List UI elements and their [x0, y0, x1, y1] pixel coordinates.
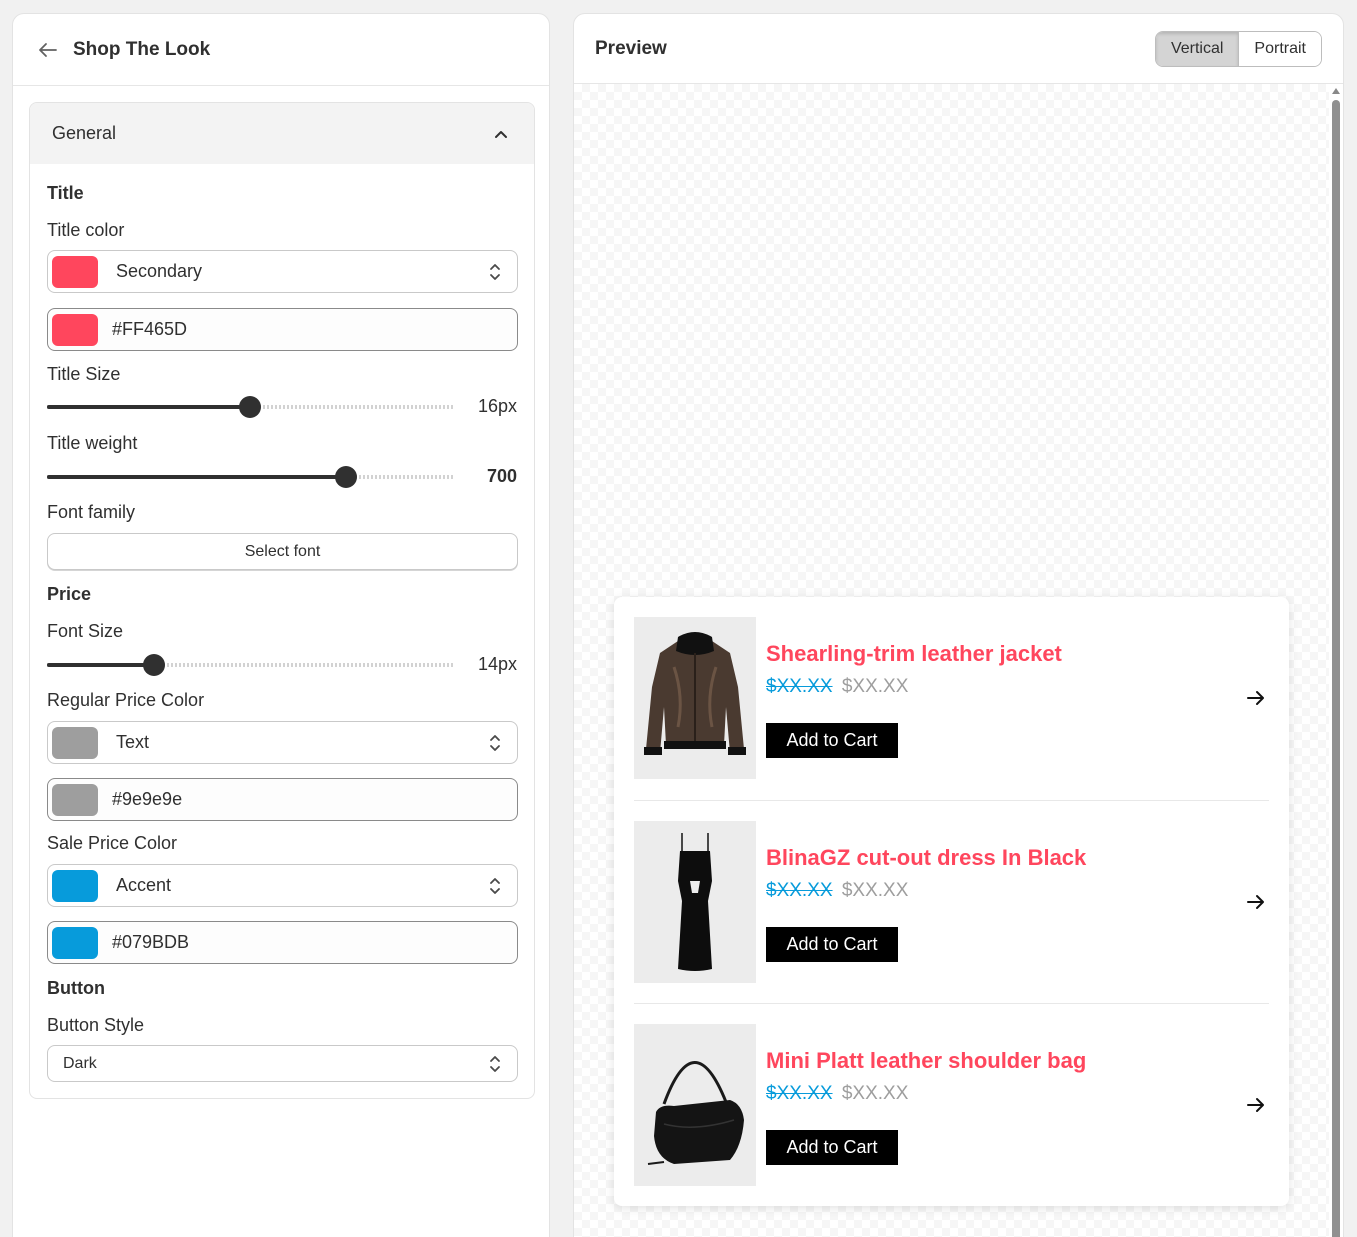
general-accordion: General Title Title color Secondary Titl…	[29, 102, 535, 1099]
preview-panel: Preview Vertical Portrait Shearling-trim…	[573, 13, 1344, 1237]
price-font-size-label: Font Size	[47, 621, 124, 641]
button-style-select[interactable]: Dark	[47, 1045, 518, 1082]
arrow-right-icon[interactable]	[1245, 687, 1267, 709]
slider-fill	[47, 663, 154, 667]
product-prices: $XX.XX $XX.XX	[766, 676, 908, 698]
add-to-cart-button[interactable]: Add to Cart	[766, 723, 898, 758]
select-arrows-icon	[490, 734, 500, 751]
bag-image[interactable]	[634, 1024, 756, 1186]
preview-scrollbar[interactable]	[1329, 84, 1343, 1237]
sale-price-option: Accent	[116, 875, 172, 895]
sale-price-color-label: Sale Price Color	[47, 833, 178, 853]
sale-price: $XX.XX	[766, 676, 833, 697]
product-title[interactable]: Mini Platt leather shoulder bag	[766, 1048, 1086, 1074]
regular-price-hex-swatch	[52, 783, 98, 816]
regular-price-option: Text	[116, 732, 150, 752]
title-size-slider[interactable]	[47, 396, 454, 418]
preview-canvas: Shearling-trim leather jacket $XX.XX $XX…	[574, 84, 1331, 1237]
scroll-thumb[interactable]	[1332, 100, 1340, 1237]
select-arrows-icon	[490, 877, 500, 894]
button-section-heading: Button	[47, 978, 105, 998]
layout-portrait-button[interactable]: Portrait	[1238, 31, 1321, 66]
select-arrows-icon	[490, 1055, 500, 1072]
button-style-value: Dark	[63, 1054, 97, 1072]
product-divider	[634, 1003, 1269, 1004]
jacket-image[interactable]	[634, 617, 756, 779]
title-color-option: Secondary	[116, 261, 203, 281]
regular-price-color-select[interactable]: Text	[47, 721, 518, 764]
chevron-up-icon	[495, 130, 507, 138]
product-item: Mini Platt leather shoulder bag $XX.XX $…	[634, 1024, 1269, 1187]
regular-price: $XX.XX	[841, 676, 909, 697]
product-title[interactable]: Shearling-trim leather jacket	[766, 641, 1062, 667]
sale-price: $XX.XX	[766, 880, 833, 901]
settings-header: Shop The Look	[13, 14, 549, 86]
price-section-heading: Price	[47, 584, 92, 604]
product-item: Shearling-trim leather jacket $XX.XX $XX…	[634, 617, 1269, 780]
layout-vertical-button[interactable]: Vertical	[1155, 31, 1239, 66]
select-arrows-icon	[490, 263, 500, 280]
select-font-button[interactable]: Select font	[47, 533, 518, 570]
settings-panel: Shop The Look General Title Title color …	[12, 13, 550, 1237]
title-size-value: 16px	[477, 396, 517, 416]
slider-thumb[interactable]	[335, 466, 357, 488]
back-arrow-icon[interactable]	[37, 39, 59, 61]
title-color-hex-input[interactable]	[112, 319, 517, 340]
regular-price: $XX.XX	[841, 1083, 909, 1104]
title-color-select[interactable]: Secondary	[47, 250, 518, 293]
shop-the-look-widget: Shearling-trim leather jacket $XX.XX $XX…	[614, 597, 1289, 1206]
title-color-swatch	[52, 255, 98, 288]
title-weight-value: 700	[486, 466, 517, 486]
regular-price-swatch	[52, 726, 98, 759]
title-color-label: Title color	[47, 220, 125, 240]
title-color-hex-swatch	[52, 313, 98, 346]
title-size-label: Title Size	[47, 364, 121, 384]
preview-header: Preview Vertical Portrait	[574, 14, 1343, 84]
regular-price-hex-input[interactable]	[112, 789, 517, 810]
add-to-cart-button[interactable]: Add to Cart	[766, 1130, 898, 1165]
sale-price: $XX.XX	[766, 1083, 833, 1104]
slider-fill	[47, 405, 250, 409]
preview-title: Preview	[595, 37, 667, 59]
regular-price-color-label: Regular Price Color	[47, 690, 205, 710]
scroll-up-icon[interactable]	[1332, 88, 1340, 94]
title-weight-label: Title weight	[47, 433, 138, 453]
general-accordion-header[interactable]: General	[30, 103, 534, 164]
slider-thumb[interactable]	[239, 396, 261, 418]
sale-price-hex-input[interactable]	[112, 932, 517, 953]
title-section-heading: Title	[47, 183, 84, 203]
slider-fill	[47, 475, 346, 479]
sale-price-hex-field[interactable]	[47, 921, 518, 964]
arrow-right-icon[interactable]	[1245, 1094, 1267, 1116]
product-prices: $XX.XX $XX.XX	[766, 1083, 908, 1105]
price-font-size-slider[interactable]	[47, 654, 454, 676]
sale-price-color-select[interactable]: Accent	[47, 864, 518, 907]
arrow-right-icon[interactable]	[1245, 891, 1267, 913]
general-settings-body: Title Title color Secondary Title Size 1…	[30, 164, 534, 1098]
button-style-label: Button Style	[47, 1015, 145, 1035]
layout-toggle: Vertical Portrait	[1154, 30, 1322, 67]
product-prices: $XX.XX $XX.XX	[766, 880, 908, 902]
regular-price: $XX.XX	[841, 880, 909, 901]
title-weight-slider[interactable]	[47, 466, 454, 488]
regular-price-hex-field[interactable]	[47, 778, 518, 821]
product-divider	[634, 800, 1269, 801]
price-font-size-value: 14px	[477, 654, 517, 674]
title-color-hex-field[interactable]	[47, 308, 518, 351]
product-item: BlinaGZ cut-out dress In Black $XX.XX $X…	[634, 821, 1269, 984]
accordion-label: General	[52, 123, 117, 143]
page-title: Shop The Look	[73, 38, 211, 60]
font-family-label: Font family	[47, 502, 136, 522]
sale-price-swatch	[52, 869, 98, 902]
dress-image[interactable]	[634, 821, 756, 983]
product-title[interactable]: BlinaGZ cut-out dress In Black	[766, 845, 1086, 871]
sale-price-hex-swatch	[52, 926, 98, 959]
slider-thumb[interactable]	[143, 654, 165, 676]
add-to-cart-button[interactable]: Add to Cart	[766, 927, 898, 962]
